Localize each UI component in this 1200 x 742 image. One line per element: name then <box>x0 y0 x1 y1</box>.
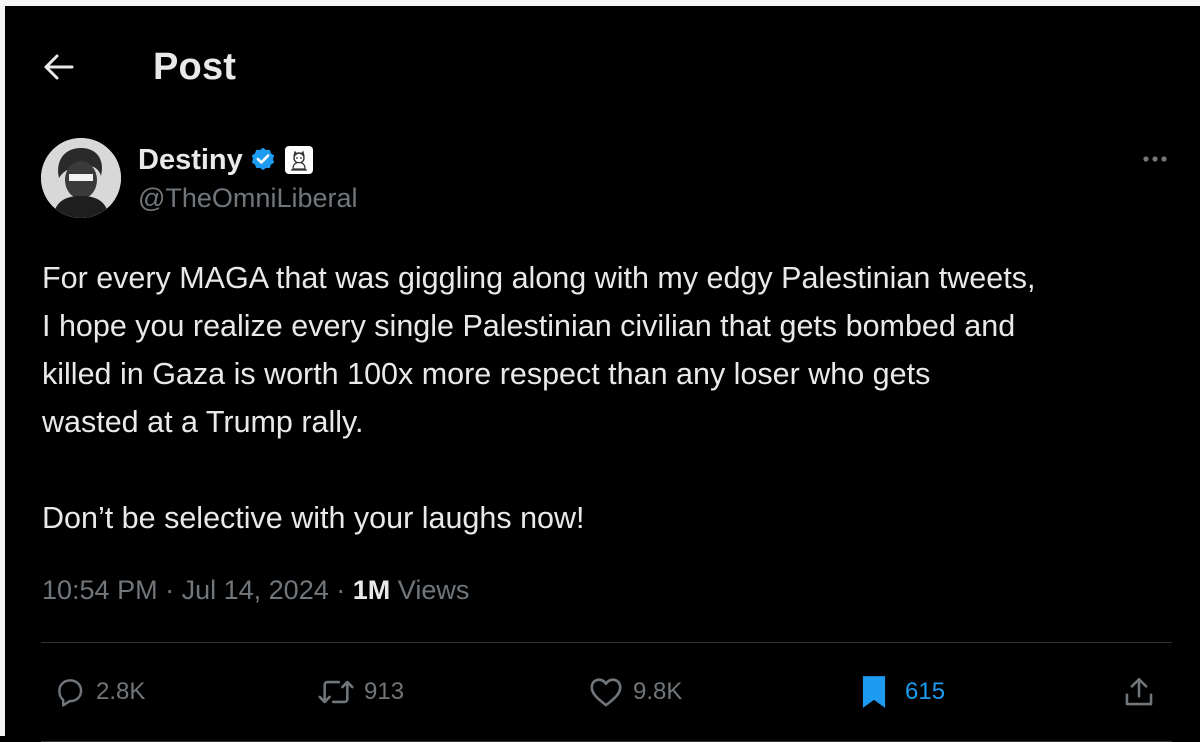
verified-badge-icon[interactable] <box>249 146 277 174</box>
tweet-paragraph: Don’t be selective with your laughs now! <box>42 501 585 535</box>
share-button[interactable] <box>1122 670 1156 714</box>
avatar[interactable] <box>41 138 121 218</box>
like-count: 9.8K <box>633 678 683 705</box>
tweet-text: For every MAGA that was giggling along w… <box>42 254 1192 542</box>
author-display-name[interactable]: Destiny <box>138 144 243 177</box>
ellipsis-icon <box>1143 156 1167 162</box>
repost-icon <box>318 680 354 704</box>
reply-button[interactable]: 2.8K <box>52 670 145 714</box>
views-label: Views <box>397 575 470 605</box>
bookmark-icon <box>862 676 886 708</box>
views-count: 1M <box>352 575 391 605</box>
share-icon <box>1125 677 1153 706</box>
bookmark-button[interactable]: 615 <box>857 670 945 714</box>
heart-icon <box>590 678 622 707</box>
tweet-time[interactable]: 10:54 PM <box>42 575 158 605</box>
tweet-date[interactable]: Jul 14, 2024 <box>182 575 329 605</box>
more-options-button[interactable] <box>1135 144 1175 174</box>
bookmark-count: 615 <box>905 678 946 705</box>
page-title: Post <box>153 46 237 88</box>
back-button[interactable] <box>35 46 83 88</box>
reply-icon <box>58 679 83 707</box>
post-page: Post Destiny @TheOmniLiberal For every M… <box>0 0 1200 742</box>
author-handle[interactable]: @TheOmniLiberal <box>138 180 358 216</box>
author-name-row: Destiny <box>138 140 313 180</box>
reply-count: 2.8K <box>96 678 146 705</box>
tweet-paragraph: For every MAGA that was giggling along w… <box>42 261 1036 439</box>
meta-separator: · <box>336 575 346 605</box>
repost-count: 913 <box>364 678 405 705</box>
like-button[interactable]: 9.8K <box>587 670 682 714</box>
meta-separator: · <box>165 575 175 605</box>
repost-button[interactable]: 913 <box>316 670 404 714</box>
affiliate-badge-icon[interactable] <box>284 146 313 174</box>
tweet-meta: 10:54 PM · Jul 14, 2024 · 1M Views <box>42 570 469 610</box>
arrow-left-icon <box>44 54 74 80</box>
divider <box>41 642 1172 643</box>
